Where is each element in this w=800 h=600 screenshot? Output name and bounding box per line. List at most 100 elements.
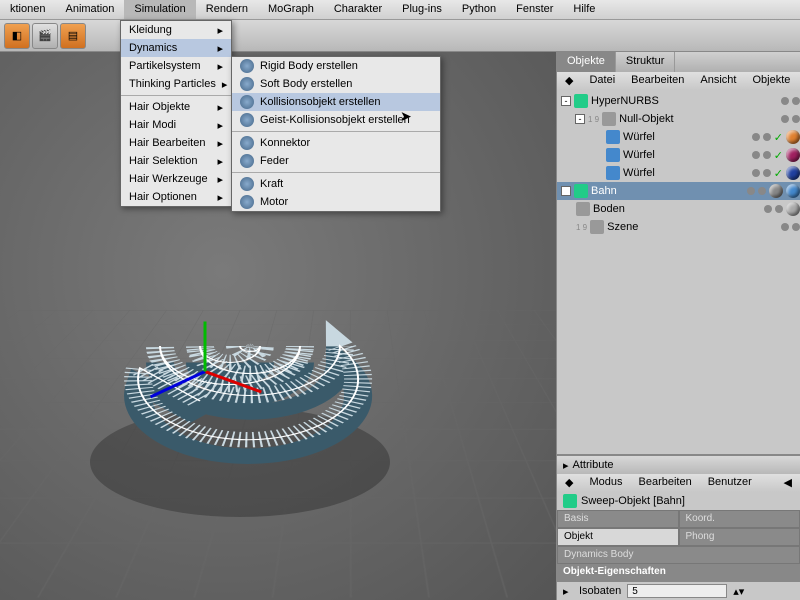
menu-rendern[interactable]: Rendern bbox=[196, 0, 258, 19]
submenu-arrow-icon: ▸ bbox=[217, 119, 223, 132]
simulation-menu[interactable]: Kleidung▸Dynamics▸Partikelsystem▸Thinkin… bbox=[120, 20, 232, 207]
vis-dot[interactable] bbox=[775, 205, 783, 213]
attr-tab-dynamics body[interactable]: Dynamics Body bbox=[557, 546, 800, 564]
material-ball[interactable] bbox=[786, 202, 800, 216]
back-icon[interactable]: ◀ bbox=[776, 474, 800, 492]
vis-dot[interactable] bbox=[752, 151, 760, 159]
menu-hilfe[interactable]: Hilfe bbox=[563, 0, 605, 19]
menu-item[interactable]: Hair Selektion▸ bbox=[121, 152, 231, 170]
menu-simulation[interactable]: Simulation bbox=[124, 0, 195, 19]
menu-item[interactable]: Kollisionsobjekt erstellen bbox=[232, 93, 440, 111]
vis-dot[interactable] bbox=[792, 115, 800, 123]
expand-icon[interactable]: + bbox=[561, 186, 571, 196]
menu-python[interactable]: Python bbox=[452, 0, 506, 19]
menu-item[interactable]: Hair Bearbeiten ▸ bbox=[121, 134, 231, 152]
chevron-down-icon[interactable]: ▸ bbox=[563, 459, 569, 472]
material-ball[interactable] bbox=[786, 166, 800, 180]
panel-menu-bearbeiten[interactable]: Bearbeiten bbox=[623, 72, 692, 90]
check-icon[interactable]: ✓ bbox=[774, 167, 783, 180]
material-ball[interactable] bbox=[786, 148, 800, 162]
tree-row[interactable]: Boden bbox=[557, 200, 800, 218]
menu-item[interactable]: Konnektor bbox=[232, 134, 440, 152]
attr-tab-objekt[interactable]: Objekt bbox=[557, 528, 679, 546]
sweep-icon bbox=[563, 494, 577, 508]
menu-label: Geist-Kollisionsobjekt erstellen bbox=[260, 114, 410, 126]
vis-dot[interactable] bbox=[752, 133, 760, 141]
vis-dot[interactable] bbox=[792, 97, 800, 105]
dynamics-submenu[interactable]: Rigid Body erstellenSoft Body erstellenK… bbox=[231, 56, 441, 212]
panel-menu-ansicht[interactable]: Ansicht bbox=[692, 72, 744, 90]
menu-item[interactable]: Dynamics▸ bbox=[121, 39, 231, 57]
menu-item[interactable]: Rigid Body erstellen bbox=[232, 57, 440, 75]
isobaten-input[interactable] bbox=[627, 584, 727, 598]
panel-menu-objekte[interactable]: Objekte bbox=[744, 72, 798, 90]
vis-dot[interactable] bbox=[763, 133, 771, 141]
vis-dot[interactable] bbox=[763, 169, 771, 177]
menu-item[interactable]: Kleidung▸ bbox=[121, 21, 231, 39]
check-icon[interactable]: ✓ bbox=[774, 149, 783, 162]
menu-item[interactable]: Soft Body erstellen bbox=[232, 75, 440, 93]
menu-charakter[interactable]: Charakter bbox=[324, 0, 392, 19]
menu-plug-ins[interactable]: Plug-ins bbox=[392, 0, 452, 19]
tab-objekte[interactable]: Objekte bbox=[557, 52, 616, 72]
attr-icon[interactable]: ◆ bbox=[557, 474, 581, 492]
tree-row[interactable]: -1 9Null-Objekt bbox=[557, 110, 800, 128]
tree-row[interactable]: 1 9Szene bbox=[557, 218, 800, 236]
vis-dot[interactable] bbox=[758, 187, 766, 195]
menu-item[interactable]: Hair Optionen▸ bbox=[121, 188, 231, 206]
vis-dot[interactable] bbox=[792, 223, 800, 231]
expand-icon[interactable]: - bbox=[575, 114, 585, 124]
attr-menu-bearbeiten[interactable]: Bearbeiten bbox=[631, 474, 700, 492]
check-icon[interactable]: ✓ bbox=[774, 131, 783, 144]
tree-row[interactable]: -HyperNURBS bbox=[557, 92, 800, 110]
vis-dot[interactable] bbox=[763, 151, 771, 159]
tag-icon[interactable] bbox=[786, 184, 800, 198]
object-tree[interactable]: -HyperNURBS-1 9Null-ObjektWürfel✓Würfel✓… bbox=[557, 90, 800, 454]
tool-clapper-icon[interactable]: 🎬 bbox=[32, 23, 58, 49]
vis-dot[interactable] bbox=[781, 115, 789, 123]
panel-icon[interactable]: ◆ bbox=[557, 72, 581, 90]
menu-label: Hair Bearbeiten bbox=[129, 137, 205, 149]
vis-dot[interactable] bbox=[781, 223, 789, 231]
menu-mograph[interactable]: MoGraph bbox=[258, 0, 324, 19]
menu-item[interactable]: Hair Objekte▸ bbox=[121, 98, 231, 116]
menu-fenster[interactable]: Fenster bbox=[506, 0, 563, 19]
material-ball[interactable] bbox=[769, 184, 783, 198]
tree-row[interactable]: Würfel ✓ bbox=[557, 128, 800, 146]
menu-animation[interactable]: Animation bbox=[55, 0, 124, 19]
attr-tab-phong[interactable]: Phong bbox=[679, 528, 800, 546]
dropdown-icon[interactable]: ▸ bbox=[563, 585, 573, 598]
menu-item[interactable]: Geist-Kollisionsobjekt erstellen bbox=[232, 111, 440, 129]
stepper-icon[interactable]: ▴▾ bbox=[733, 585, 744, 598]
tree-label: Würfel bbox=[623, 131, 655, 143]
vis-dot[interactable] bbox=[781, 97, 789, 105]
menu-item[interactable]: Hair Modi▸ bbox=[121, 116, 231, 134]
menu-item[interactable]: Hair Werkzeuge▸ bbox=[121, 170, 231, 188]
attr-menu-modus[interactable]: Modus bbox=[581, 474, 630, 492]
vis-dot[interactable] bbox=[764, 205, 772, 213]
vis-dot[interactable] bbox=[747, 187, 755, 195]
tool-cube-icon[interactable]: ◧ bbox=[4, 23, 30, 49]
expand-icon[interactable]: - bbox=[561, 96, 571, 106]
tree-row[interactable]: +Bahn bbox=[557, 182, 800, 200]
menu-item[interactable]: Kraft bbox=[232, 175, 440, 193]
menu-item[interactable]: Motor bbox=[232, 193, 440, 211]
menu-item[interactable]: Feder bbox=[232, 152, 440, 170]
submenu-arrow-icon: ▸ bbox=[217, 137, 223, 150]
object-icon bbox=[606, 130, 620, 144]
tree-row[interactable]: Würfel✓ bbox=[557, 164, 800, 182]
vis-dot[interactable] bbox=[752, 169, 760, 177]
attr-menu-benutzer[interactable]: Benutzer bbox=[700, 474, 760, 492]
menu-item[interactable]: Partikelsystem▸ bbox=[121, 57, 231, 75]
tab-struktur[interactable]: Struktur bbox=[616, 52, 676, 72]
tool-board-icon[interactable]: ▤ bbox=[60, 23, 86, 49]
tree-row[interactable]: Würfel✓ bbox=[557, 146, 800, 164]
attr-tab-basis[interactable]: Basis bbox=[557, 510, 679, 528]
panel-menu-datei[interactable]: Datei bbox=[581, 72, 623, 90]
menu-item[interactable]: Thinking Particles▸ bbox=[121, 75, 231, 93]
submenu-arrow-icon: ▸ bbox=[217, 191, 223, 204]
menu-ktionen[interactable]: ktionen bbox=[0, 0, 55, 19]
attr-tab-koord.[interactable]: Koord. bbox=[679, 510, 800, 528]
material-ball[interactable] bbox=[786, 130, 800, 144]
menu-label: Hair Selektion bbox=[129, 155, 197, 167]
